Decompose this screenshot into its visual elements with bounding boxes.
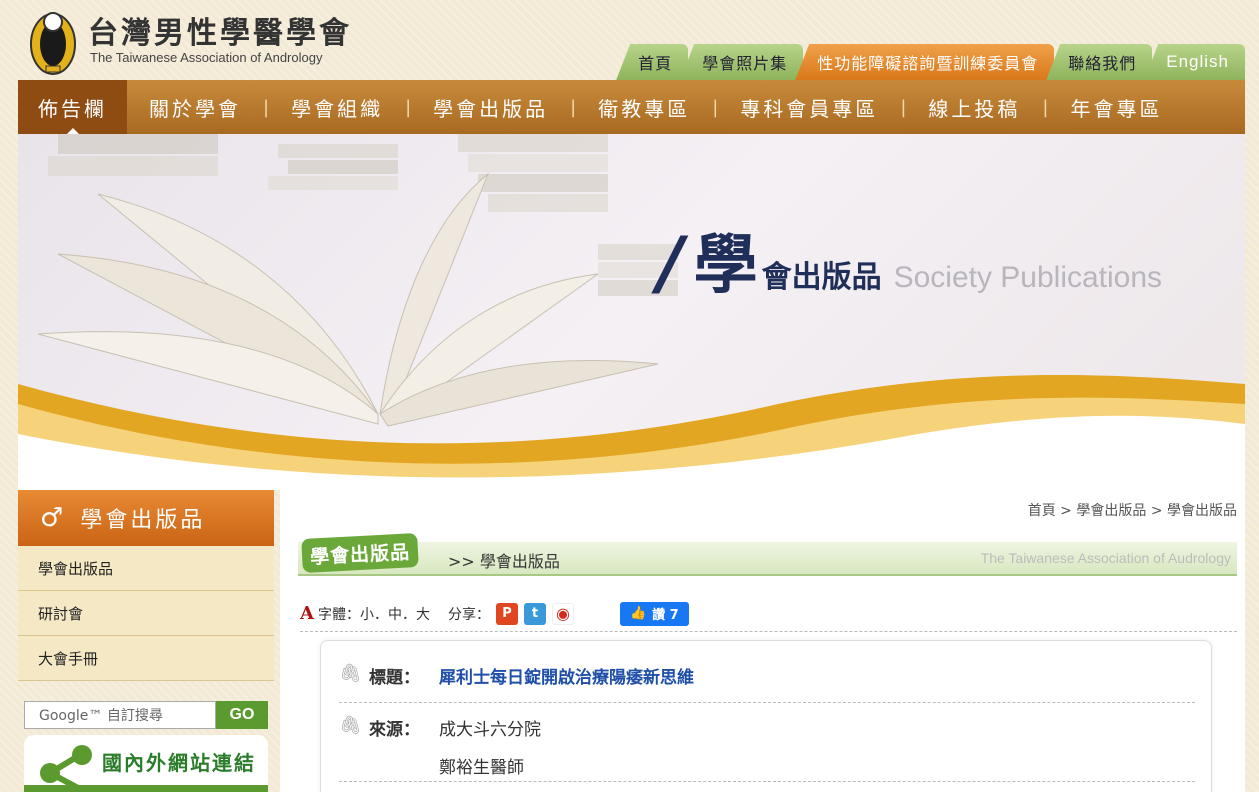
source-value: 成大斗六分院 xyxy=(439,720,541,740)
author-name: 鄭裕生醫師 xyxy=(439,758,524,778)
paperclip-icon: 🖇 xyxy=(339,715,362,736)
paperclip-icon: 🖇 xyxy=(339,663,362,684)
sidebar-item-seminars[interactable]: 研討會 xyxy=(18,591,274,636)
weibo-share-icon[interactable]: ◉ xyxy=(551,602,574,625)
nav-about[interactable]: 關於學會 xyxy=(127,80,263,134)
banner-title-rest: 會出版品 xyxy=(761,260,882,295)
search-go-button[interactable]: GO xyxy=(216,701,268,729)
article-title-link[interactable]: 犀利士每日錠開啟治療陽痿新思維 xyxy=(439,663,694,702)
twitter-share-icon[interactable]: t xyxy=(523,602,546,625)
nav-bulletin[interactable]: 佈告欄 xyxy=(18,80,127,134)
open-book-image xyxy=(18,134,1245,490)
top-tab-home[interactable]: 首頁 xyxy=(616,44,689,80)
banner-slash: / xyxy=(658,222,684,304)
site-title[interactable]: 台灣男性學醫學會 xyxy=(88,8,352,52)
title-label: 標題： xyxy=(369,668,420,688)
nav-publications[interactable]: 學會出版品 xyxy=(411,80,570,134)
top-nav: 首頁 學會照片集 性功能障礙諮詢暨訓練委員會 聯絡我們 English xyxy=(616,40,1245,80)
banner-title-en: Society Publications xyxy=(893,261,1163,294)
main-content: 首頁 > 學會出版品 > 學會出版品 學會出版品 >> 學會出版品 The Ta… xyxy=(280,490,1245,792)
links-strip xyxy=(24,785,268,792)
share-network-icon xyxy=(40,745,92,791)
top-tab-photos[interactable]: 學會照片集 xyxy=(680,44,804,80)
facebook-like-button[interactable]: 👍 讚 7 xyxy=(619,601,689,626)
thumbs-up-icon: 👍 xyxy=(629,606,647,621)
sidebar-title: 學會出版品 xyxy=(80,508,206,533)
banner: / 學 會出版品 Society Publications xyxy=(18,134,1245,490)
site-subtitle: The Taiwanese Association of Andrology xyxy=(90,50,323,65)
search-input[interactable]: Google™ 自訂搜尋 xyxy=(24,701,216,729)
top-tab-contact[interactable]: 聯絡我們 xyxy=(1046,44,1153,80)
article-source-row: 🖇 來源： 成大斗六分院 xyxy=(339,715,1195,740)
font-size-options[interactable]: 字體：小．中．大 xyxy=(318,604,430,624)
banner-title: / 學 會出版品 Society Publications xyxy=(658,214,1162,306)
font-size-icon: A xyxy=(300,603,314,624)
main-nav: 佈告欄 關於學會 | 學會組織 | 學會出版品 | 衛教專區 | 專科會員專區 … xyxy=(18,80,1245,134)
association-logo-icon[interactable] xyxy=(28,6,78,76)
site-header: 台灣男性學醫學會 The Taiwanese Association of An… xyxy=(0,0,1259,80)
nav-annual-meeting[interactable]: 年會專區 xyxy=(1048,80,1184,134)
divider xyxy=(339,781,1195,782)
like-count: 讚 7 xyxy=(652,608,679,623)
article-title-row: 🖇 標題： 犀利士每日錠開啟治療陽痿新思維 xyxy=(339,663,1195,703)
sidebar: ♂ 學會出版品 學會出版品 研討會 大會手冊 Google™ 自訂搜尋 GO 國… xyxy=(18,490,274,792)
section-en-title: The Taiwanese Association of Audrology xyxy=(980,550,1231,566)
external-links-banner[interactable]: 國內外網站連結 xyxy=(24,735,268,792)
sidebar-item-conference-handbook[interactable]: 大會手冊 xyxy=(18,636,274,681)
source-label: 來源： xyxy=(369,720,420,740)
article-card: 🖇 標題： 犀利士每日錠開啟治療陽痿新思維 🖇 來源： 成大斗六分院 鄭裕生醫師 xyxy=(320,640,1212,792)
links-title: 國內外網站連結 xyxy=(102,751,256,775)
nav-health-education[interactable]: 衛教專區 xyxy=(576,80,712,134)
section-badge: 學會出版品 xyxy=(301,532,419,574)
top-tab-committee[interactable]: 性功能障礙諮詢暨訓練委員會 xyxy=(795,44,1055,80)
top-tab-english[interactable]: English xyxy=(1144,44,1245,80)
male-symbol-icon: ♂ xyxy=(40,503,67,533)
sidebar-header: ♂ 學會出版品 xyxy=(18,490,274,546)
plurk-share-icon[interactable]: P xyxy=(495,602,518,625)
section-path: >> 學會出版品 xyxy=(448,552,560,571)
article-tools: A 字體：小．中．大 分享： P t ◉ 👍 讚 7 xyxy=(300,596,1237,632)
banner-big-char: 學 xyxy=(693,229,758,303)
custom-search: Google™ 自訂搜尋 GO xyxy=(24,701,268,729)
nav-submission[interactable]: 線上投稿 xyxy=(906,80,1042,134)
share-label: 分享： xyxy=(447,606,490,623)
breadcrumb[interactable]: 首頁 > 學會出版品 > 學會出版品 xyxy=(1028,500,1237,520)
nav-organization[interactable]: 學會組織 xyxy=(269,80,405,134)
sidebar-item-publications[interactable]: 學會出版品 xyxy=(18,546,274,591)
section-bar: 學會出版品 >> 學會出版品 The Taiwanese Association… xyxy=(298,532,1237,576)
nav-members[interactable]: 專科會員專區 xyxy=(718,80,900,134)
